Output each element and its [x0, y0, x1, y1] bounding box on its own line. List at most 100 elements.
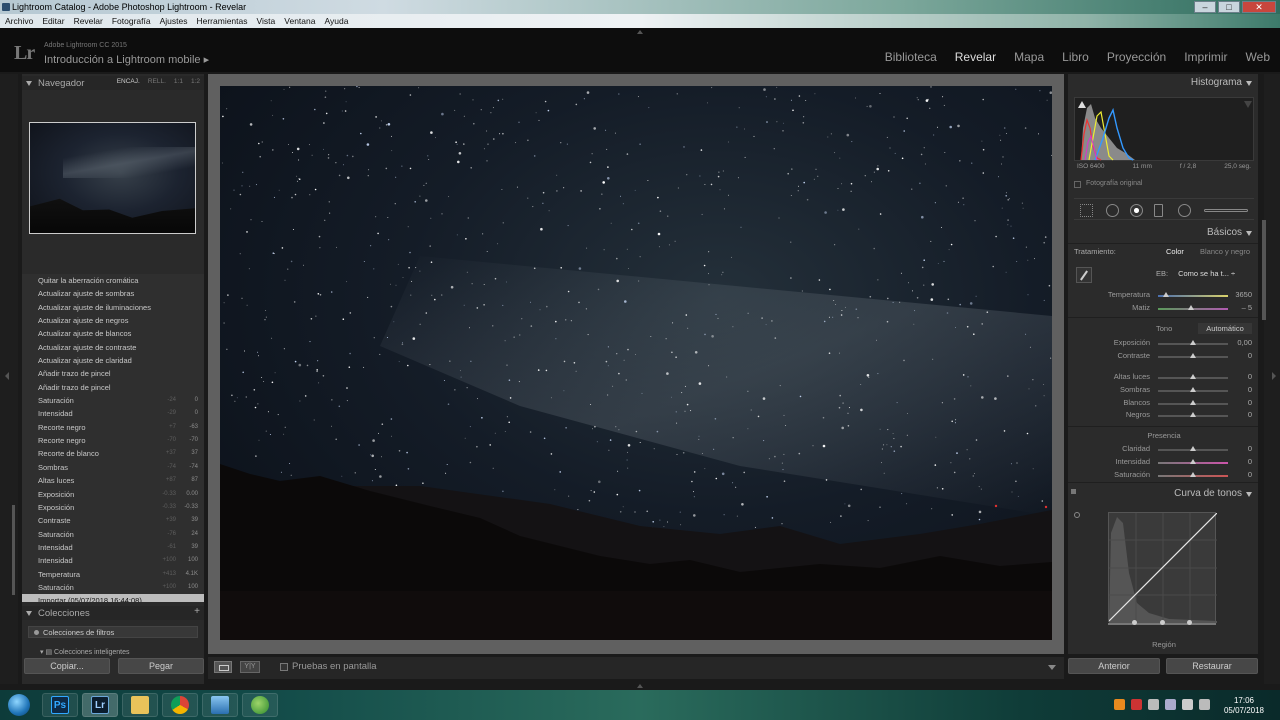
history-item[interactable]: Recorte negro -70 -70	[22, 434, 204, 447]
maximize-button[interactable]: □	[1218, 1, 1240, 13]
catalog-title[interactable]: Introducción a Lightroom mobile ▸	[44, 53, 209, 66]
tone-curve-graph[interactable]	[1108, 512, 1217, 623]
tray-antivirus-icon[interactable]	[1131, 699, 1142, 710]
history-item[interactable]: Añadir trazo de pincel	[22, 367, 204, 380]
history-item[interactable]: Actualizar ajuste de claridad	[22, 354, 204, 367]
module-libro[interactable]: Libro	[1062, 50, 1089, 64]
slider-value[interactable]: 0	[1248, 398, 1252, 407]
paste-button[interactable]: Pegar	[118, 658, 204, 674]
left-edge-strip[interactable]	[0, 74, 18, 684]
slider-negros[interactable]: Negros 0	[1074, 410, 1254, 422]
slider-handle[interactable]	[1163, 292, 1170, 297]
tray-volume-icon[interactable]	[1182, 699, 1193, 710]
history-item[interactable]: Actualizar ajuste de blancos	[22, 327, 204, 340]
menu-fotografia[interactable]: Fotografía	[112, 14, 151, 28]
menu-editar[interactable]: Editar	[42, 14, 64, 28]
module-web[interactable]: Web	[1246, 50, 1270, 64]
slider-handle[interactable]	[1187, 305, 1194, 310]
targeted-adjustment-icon[interactable]	[1074, 512, 1080, 518]
menu-herramientas[interactable]: Herramientas	[196, 14, 247, 28]
menu-archivo[interactable]: Archivo	[5, 14, 33, 28]
slider-handle[interactable]	[1190, 387, 1196, 392]
slider-handle[interactable]	[1190, 374, 1196, 379]
loupe-view-button[interactable]	[214, 661, 232, 673]
zoom-1-1[interactable]: 1:1	[174, 78, 183, 85]
treatment-color[interactable]: Color	[1166, 247, 1184, 256]
slider-intensidad[interactable]: Intensidad 0	[1074, 457, 1254, 469]
before-after-button[interactable]: Y|Y	[240, 661, 260, 673]
slider-value[interactable]: 3650	[1235, 290, 1252, 299]
slider-temperatura[interactable]: Temperatura 3650	[1074, 290, 1254, 302]
panel-toggle-icon[interactable]	[1071, 489, 1076, 494]
history-item[interactable]: Exposición -0.33 -0.33	[22, 501, 204, 514]
slider-handle[interactable]	[1190, 472, 1196, 477]
region-split-handle-3[interactable]	[1187, 620, 1192, 625]
smart-collections-item[interactable]: ▾ ▤ Colecciones inteligentes	[40, 648, 130, 656]
slider-value[interactable]: 0,00	[1237, 338, 1252, 347]
original-photo-checkbox[interactable]	[1074, 181, 1081, 188]
collections-header[interactable]: Colecciones +	[22, 606, 204, 620]
navigator-header[interactable]: Navegador ENCAJ. RELL. 1:1 1:2	[22, 76, 204, 90]
history-item[interactable]: Exposición -0.33 0.00	[22, 488, 204, 501]
tone-curve-header[interactable]: Curva de tonos	[1068, 485, 1258, 503]
taskbar-earth[interactable]	[242, 693, 278, 717]
slider-contraste[interactable]: Contraste 0	[1074, 351, 1254, 363]
region-split-handle-2[interactable]	[1160, 620, 1165, 625]
menu-revelar[interactable]: Revelar	[74, 14, 103, 28]
slider-saturación[interactable]: Saturación 0	[1074, 470, 1254, 482]
navigator-preview[interactable]	[29, 122, 196, 234]
radial-filter-icon[interactable]	[1178, 204, 1191, 217]
menu-ayuda[interactable]: Ayuda	[324, 14, 348, 28]
graduated-filter-icon[interactable]	[1154, 204, 1163, 217]
module-revelar[interactable]: Revelar	[955, 50, 996, 64]
main-photo[interactable]	[220, 86, 1052, 640]
history-item[interactable]: Quitar la aberración cromática	[22, 274, 204, 287]
slider-handle[interactable]	[1190, 353, 1196, 358]
taskbar-photoshop[interactable]: Ps	[42, 693, 78, 717]
tone-auto-button[interactable]: Automático	[1198, 323, 1252, 334]
history-item[interactable]: Recorte negro +7 -63	[22, 421, 204, 434]
history-item[interactable]: Actualizar ajuste de sombras	[22, 287, 204, 300]
spot-removal-icon[interactable]	[1106, 204, 1119, 217]
zoom-1-2[interactable]: 1:2	[191, 78, 200, 85]
tray-network-icon[interactable]	[1165, 699, 1176, 710]
slider-value[interactable]: 0	[1248, 457, 1252, 466]
zoom-fit[interactable]: ENCAJ.	[117, 78, 140, 85]
top-panel-collapse-icon[interactable]	[637, 30, 643, 34]
slider-altas-luces[interactable]: Altas luces 0	[1074, 372, 1254, 384]
zoom-fill[interactable]: RELL.	[148, 78, 166, 85]
minimize-button[interactable]: –	[1194, 1, 1216, 13]
tray-app-icon[interactable]	[1114, 699, 1125, 710]
slider-value[interactable]: 0	[1248, 372, 1252, 381]
history-scrollbar[interactable]	[12, 505, 15, 595]
crop-tool-icon[interactable]	[1080, 204, 1093, 217]
module-biblioteca[interactable]: Biblioteca	[885, 50, 937, 64]
taskbar-lightroom[interactable]: Lr	[82, 693, 118, 717]
slider-handle[interactable]	[1190, 400, 1196, 405]
wb-eyedropper-icon[interactable]	[1076, 267, 1092, 283]
history-item[interactable]: Intensidad +100 100	[22, 554, 204, 567]
region-split-handle-1[interactable]	[1132, 620, 1137, 625]
module-proyeccion[interactable]: Proyección	[1107, 50, 1166, 64]
right-panel-scrollbar[interactable]	[1262, 220, 1266, 320]
filter-collections-field[interactable]: Colecciones de filtros	[28, 626, 198, 638]
histogram-chart[interactable]	[1074, 97, 1254, 161]
tray-flag-icon[interactable]	[1199, 699, 1210, 710]
soft-proof-checkbox[interactable]	[280, 663, 288, 671]
history-item[interactable]: Contraste +39 39	[22, 514, 204, 527]
wb-select[interactable]: Como se ha t... ÷	[1178, 269, 1235, 278]
histogram-header[interactable]: Histograma	[1068, 74, 1258, 92]
history-item[interactable]: Actualizar ajuste de iluminaciones	[22, 301, 204, 314]
treatment-bw[interactable]: Blanco y negro	[1200, 247, 1250, 256]
system-clock[interactable]: 17:06 05/07/2018	[1214, 696, 1274, 716]
red-eye-icon[interactable]	[1130, 204, 1143, 217]
left-collapse-icon[interactable]	[5, 372, 9, 380]
reset-button[interactable]: Restaurar	[1166, 658, 1258, 674]
close-button[interactable]: ✕	[1242, 1, 1276, 13]
slider-value[interactable]: 0	[1248, 385, 1252, 394]
history-item[interactable]: Recorte de blanco +37 37	[22, 447, 204, 460]
slider-claridad[interactable]: Claridad 0	[1074, 444, 1254, 456]
slider-handle[interactable]	[1190, 446, 1196, 451]
history-item[interactable]: Altas luces +87 87	[22, 474, 204, 487]
history-item[interactable]: Saturación +100 100	[22, 581, 204, 594]
